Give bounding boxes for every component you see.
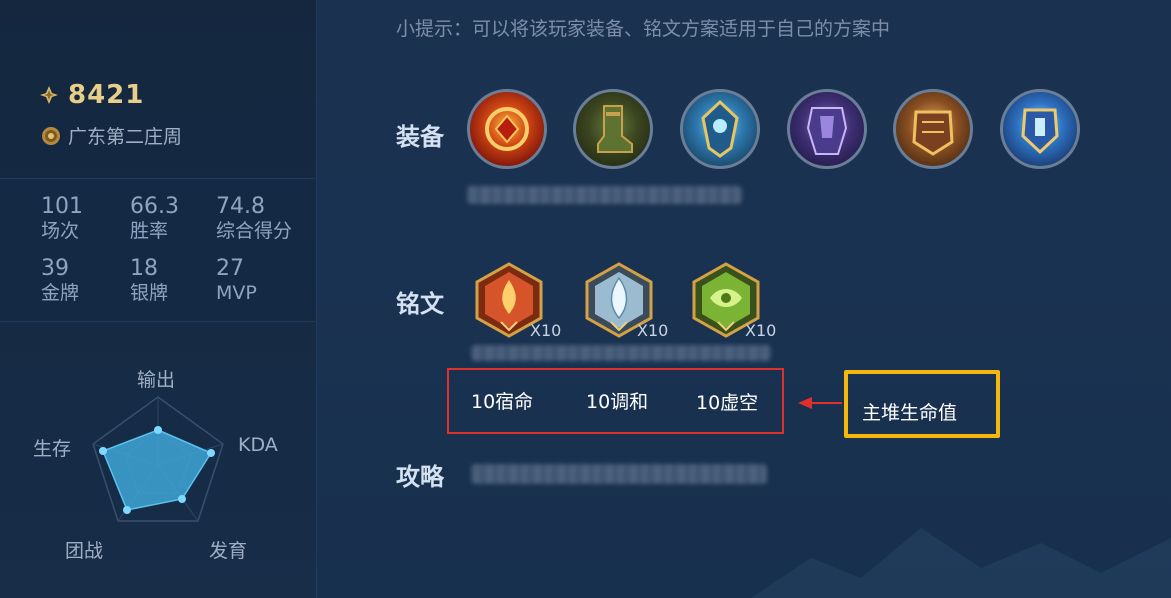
rune-name-2: 10调和: [586, 391, 649, 413]
rune-description-blurred: [471, 345, 771, 361]
radar-point-kda: [207, 449, 215, 457]
blue-gold-crest-icon: [701, 99, 739, 158]
stat-gold: 39 金牌: [41, 257, 79, 305]
player-title-row: 广东第二庄周: [40, 122, 182, 149]
stat-label: 综合得分: [216, 220, 293, 242]
stat-label: MVP: [216, 282, 257, 304]
stat-silver: 18 银牌: [130, 257, 168, 305]
stat-label: 银牌: [130, 282, 169, 304]
stat-label: 胜率: [130, 220, 169, 242]
green-armor-boot-icon: [597, 105, 633, 153]
stat-mvp: 27 MVP: [216, 257, 257, 305]
rating-star-icon: [40, 86, 58, 104]
title-badge-icon: [42, 126, 60, 145]
rating-value: 8421: [68, 80, 145, 110]
radar-value-area: [102, 429, 213, 511]
equipment-slot-6[interactable]: [1000, 89, 1080, 169]
equipment-description-blurred: [467, 186, 742, 204]
rating-row: 8421: [38, 80, 144, 110]
radar-point-teamfight: [123, 506, 131, 514]
stats-grid: 101 场次 66.3 胜率 74.8 综合得分 39 金牌 18 银牌 27 …: [0, 178, 315, 322]
radar-point-survival: [99, 447, 107, 455]
annotation-arrow-icon: [798, 397, 842, 409]
stat-winrate: 66.3 胜率: [130, 195, 179, 243]
stat-value: 66.3: [130, 194, 179, 219]
purple-armor-icon: [806, 107, 848, 155]
stat-value: 27: [216, 256, 244, 281]
annotation-note-box: 主堆生命值: [844, 370, 1000, 438]
radar-label-teamfight: 团战: [65, 540, 104, 562]
equipment-section-label: 装备: [396, 123, 444, 151]
stat-value: 74.8: [216, 194, 265, 219]
rune-count-2: X10: [637, 321, 669, 340]
rune-name-1: 10宿命: [471, 391, 534, 413]
stat-label: 场次: [41, 220, 80, 242]
radar-label-kda: KDA: [238, 434, 278, 456]
tip-text: 小提示：可以将该玩家装备、铭文方案适用于自己的方案中: [396, 18, 891, 40]
stat-value: 18: [130, 256, 158, 281]
radar-point-output: [154, 426, 162, 434]
stat-value: 39: [41, 256, 69, 281]
radar-point-growth: [178, 495, 186, 503]
equipment-slot-3[interactable]: [680, 89, 760, 169]
radar-label-output: 输出: [137, 369, 176, 391]
player-title: 广东第二庄周: [68, 126, 183, 148]
radar-label-survival: 生存: [33, 438, 72, 460]
equipment-slot-1[interactable]: [467, 89, 547, 169]
rune-count-3: X10: [745, 321, 777, 340]
annotation-note-text: 主堆生命值: [862, 402, 958, 424]
bronze-armor-icon: [912, 110, 954, 156]
guide-content-blurred: [471, 464, 767, 484]
equipment-slot-2[interactable]: [573, 89, 653, 169]
equipment-slot-4[interactable]: [787, 89, 867, 169]
rune-count-1: X10: [530, 321, 562, 340]
radar-label-growth: 发育: [209, 540, 248, 562]
equipment-slot-5[interactable]: [893, 89, 973, 169]
stat-value: 101: [41, 194, 83, 219]
red-gold-shield-icon: [485, 107, 529, 151]
stat-score: 74.8 综合得分: [216, 195, 292, 243]
guide-section-label: 攻略: [396, 463, 444, 491]
runes-section-label: 铭文: [396, 290, 444, 318]
stat-matches: 101 场次: [41, 195, 83, 243]
rune-name-3: 10虚空: [696, 392, 759, 414]
stat-label: 金牌: [41, 282, 80, 304]
ability-radar: 输出 KDA 发育 团战 生存: [20, 355, 310, 585]
blue-gold-helm-icon: [1021, 108, 1059, 155]
background-mountains-decoration: [751, 528, 1171, 598]
player-summary-panel: 8421 广东第二庄周 101 场次 66.3 胜率 74.8 综合得分 39 …: [0, 0, 317, 598]
